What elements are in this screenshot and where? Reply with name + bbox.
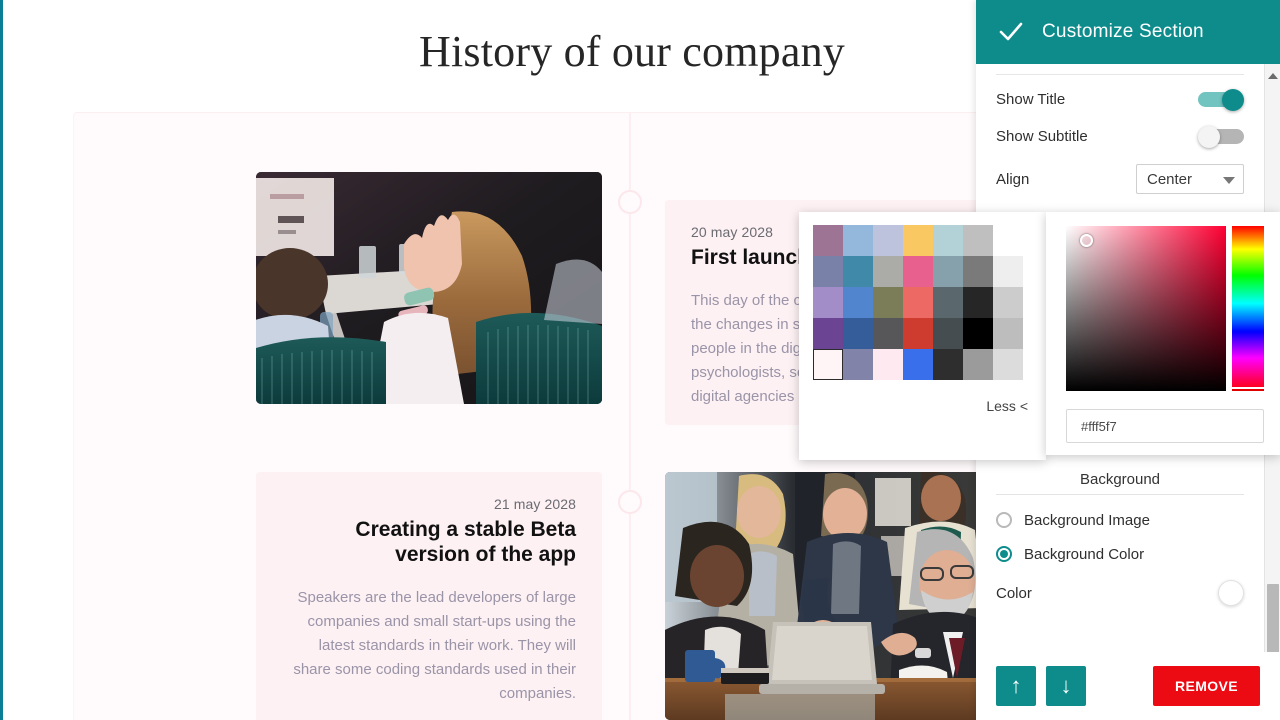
- color-picker-gradient-panel[interactable]: #fff5f7: [1046, 212, 1280, 455]
- triangle-up-icon: [1268, 73, 1278, 79]
- timeline-card[interactable]: 21 may 2028 Creating a stable Beta versi…: [256, 472, 602, 720]
- background-image-label: Background Image: [1024, 511, 1150, 529]
- color-swatch-cell[interactable]: [813, 225, 843, 256]
- move-section-up-button[interactable]: ↑: [996, 666, 1036, 706]
- chevron-down-icon: [1223, 177, 1235, 184]
- background-image-option[interactable]: Background Image: [996, 503, 1244, 537]
- radio-icon-selected[interactable]: [996, 546, 1012, 562]
- color-swatch-cell[interactable]: [873, 287, 903, 318]
- hue-slider[interactable]: [1232, 226, 1264, 391]
- color-swatch-cell[interactable]: [963, 256, 993, 287]
- color-swatch-cell[interactable]: [903, 225, 933, 256]
- color-picker-swatches-panel[interactable]: Less <: [799, 212, 1046, 460]
- color-swatch-cell[interactable]: [873, 318, 903, 349]
- toggle-knob: [1198, 125, 1220, 148]
- timeline-card-heading: Creating a stable Beta version of the ap…: [355, 518, 576, 566]
- check-icon[interactable]: [998, 19, 1024, 45]
- timeline-card-date: 21 may 2028: [493, 496, 576, 512]
- show-title-label: Show Title: [996, 91, 1066, 108]
- remove-section-button[interactable]: REMOVE: [1153, 666, 1260, 706]
- color-swatch-cell[interactable]: [963, 318, 993, 349]
- color-swatch-cell[interactable]: [903, 318, 933, 349]
- align-select-value: Center: [1147, 170, 1193, 188]
- color-swatch-cell[interactable]: [963, 287, 993, 318]
- color-swatch-cell[interactable]: [843, 225, 873, 256]
- color-swatch-cell[interactable]: [813, 349, 843, 380]
- move-section-down-button[interactable]: ↓: [1046, 666, 1086, 706]
- show-subtitle-toggle[interactable]: [1198, 125, 1244, 148]
- toggle-knob: [1222, 88, 1244, 111]
- color-swatch-cell[interactable]: [933, 256, 963, 287]
- color-swatch-cell[interactable]: [933, 225, 963, 256]
- panel-title: Customize Section: [1042, 21, 1204, 42]
- app-root: History of our company 20 may 2028 First…: [0, 0, 1280, 720]
- color-swatch-cell[interactable]: [903, 287, 933, 318]
- color-swatch-cell[interactable]: [873, 256, 903, 287]
- timeline-dot: [618, 490, 642, 514]
- color-swatch-cell[interactable]: [993, 318, 1023, 349]
- color-swatch-cell[interactable]: [873, 225, 903, 256]
- scroll-up-arrow[interactable]: [1265, 68, 1280, 84]
- radio-icon[interactable]: [996, 512, 1012, 528]
- color-swatch-cell[interactable]: [813, 256, 843, 287]
- align-select[interactable]: Center: [1136, 164, 1244, 194]
- color-swatch-cell[interactable]: [903, 256, 933, 287]
- hex-value-input[interactable]: #fff5f7: [1066, 409, 1264, 443]
- hue-slider-handle[interactable]: [1232, 387, 1264, 391]
- background-color-label: Background Color: [1024, 545, 1145, 563]
- color-swatch-grid[interactable]: [813, 225, 1023, 380]
- align-label: Align: [996, 170, 1030, 188]
- panel-header: Customize Section: [976, 0, 1280, 64]
- color-swatch-cell[interactable]: [843, 349, 873, 380]
- saturation-value-area[interactable]: [1066, 226, 1226, 391]
- color-swatch[interactable]: [1218, 580, 1244, 606]
- timeline-photo-meeting: [665, 472, 983, 720]
- color-swatch-cell[interactable]: [933, 287, 963, 318]
- background-color-option[interactable]: Background Color: [996, 537, 1244, 571]
- timeline-photo-conference: [256, 172, 602, 404]
- color-label: Color: [996, 584, 1032, 602]
- divider: [996, 74, 1244, 75]
- color-swatch-cell[interactable]: [963, 349, 993, 380]
- color-swatch-cell[interactable]: [933, 349, 963, 380]
- color-swatch-cell[interactable]: [993, 287, 1023, 318]
- show-title-toggle[interactable]: [1198, 88, 1244, 111]
- color-row: Color: [996, 571, 1244, 615]
- color-swatch-cell[interactable]: [813, 318, 843, 349]
- saturation-handle[interactable]: [1080, 234, 1093, 247]
- color-swatch-cell[interactable]: [933, 318, 963, 349]
- color-swatch-cell[interactable]: [903, 349, 933, 380]
- color-swatch-cell[interactable]: [813, 287, 843, 318]
- color-swatch-cell[interactable]: [843, 287, 873, 318]
- less-toggle-link[interactable]: Less <: [986, 398, 1028, 414]
- color-swatch-cell[interactable]: [843, 318, 873, 349]
- align-row: Align Center: [996, 155, 1244, 203]
- color-swatch-cell[interactable]: [993, 225, 1023, 256]
- show-subtitle-label: Show Subtitle: [996, 128, 1088, 145]
- timeline-dot: [618, 190, 642, 214]
- color-swatch-cell[interactable]: [993, 349, 1023, 380]
- panel-footer: ↑ ↓ REMOVE: [976, 652, 1280, 720]
- color-swatch-cell[interactable]: [843, 256, 873, 287]
- color-swatch-cell[interactable]: [873, 349, 903, 380]
- color-swatch-cell[interactable]: [993, 256, 1023, 287]
- background-section-header: Background: [1079, 471, 1161, 488]
- timeline-card-body: Speakers are the lead developers of larg…: [293, 588, 576, 702]
- show-title-row: Show Title: [996, 81, 1244, 118]
- color-swatch-cell[interactable]: [963, 225, 993, 256]
- divider: [996, 494, 1244, 495]
- show-subtitle-row: Show Subtitle: [996, 118, 1244, 155]
